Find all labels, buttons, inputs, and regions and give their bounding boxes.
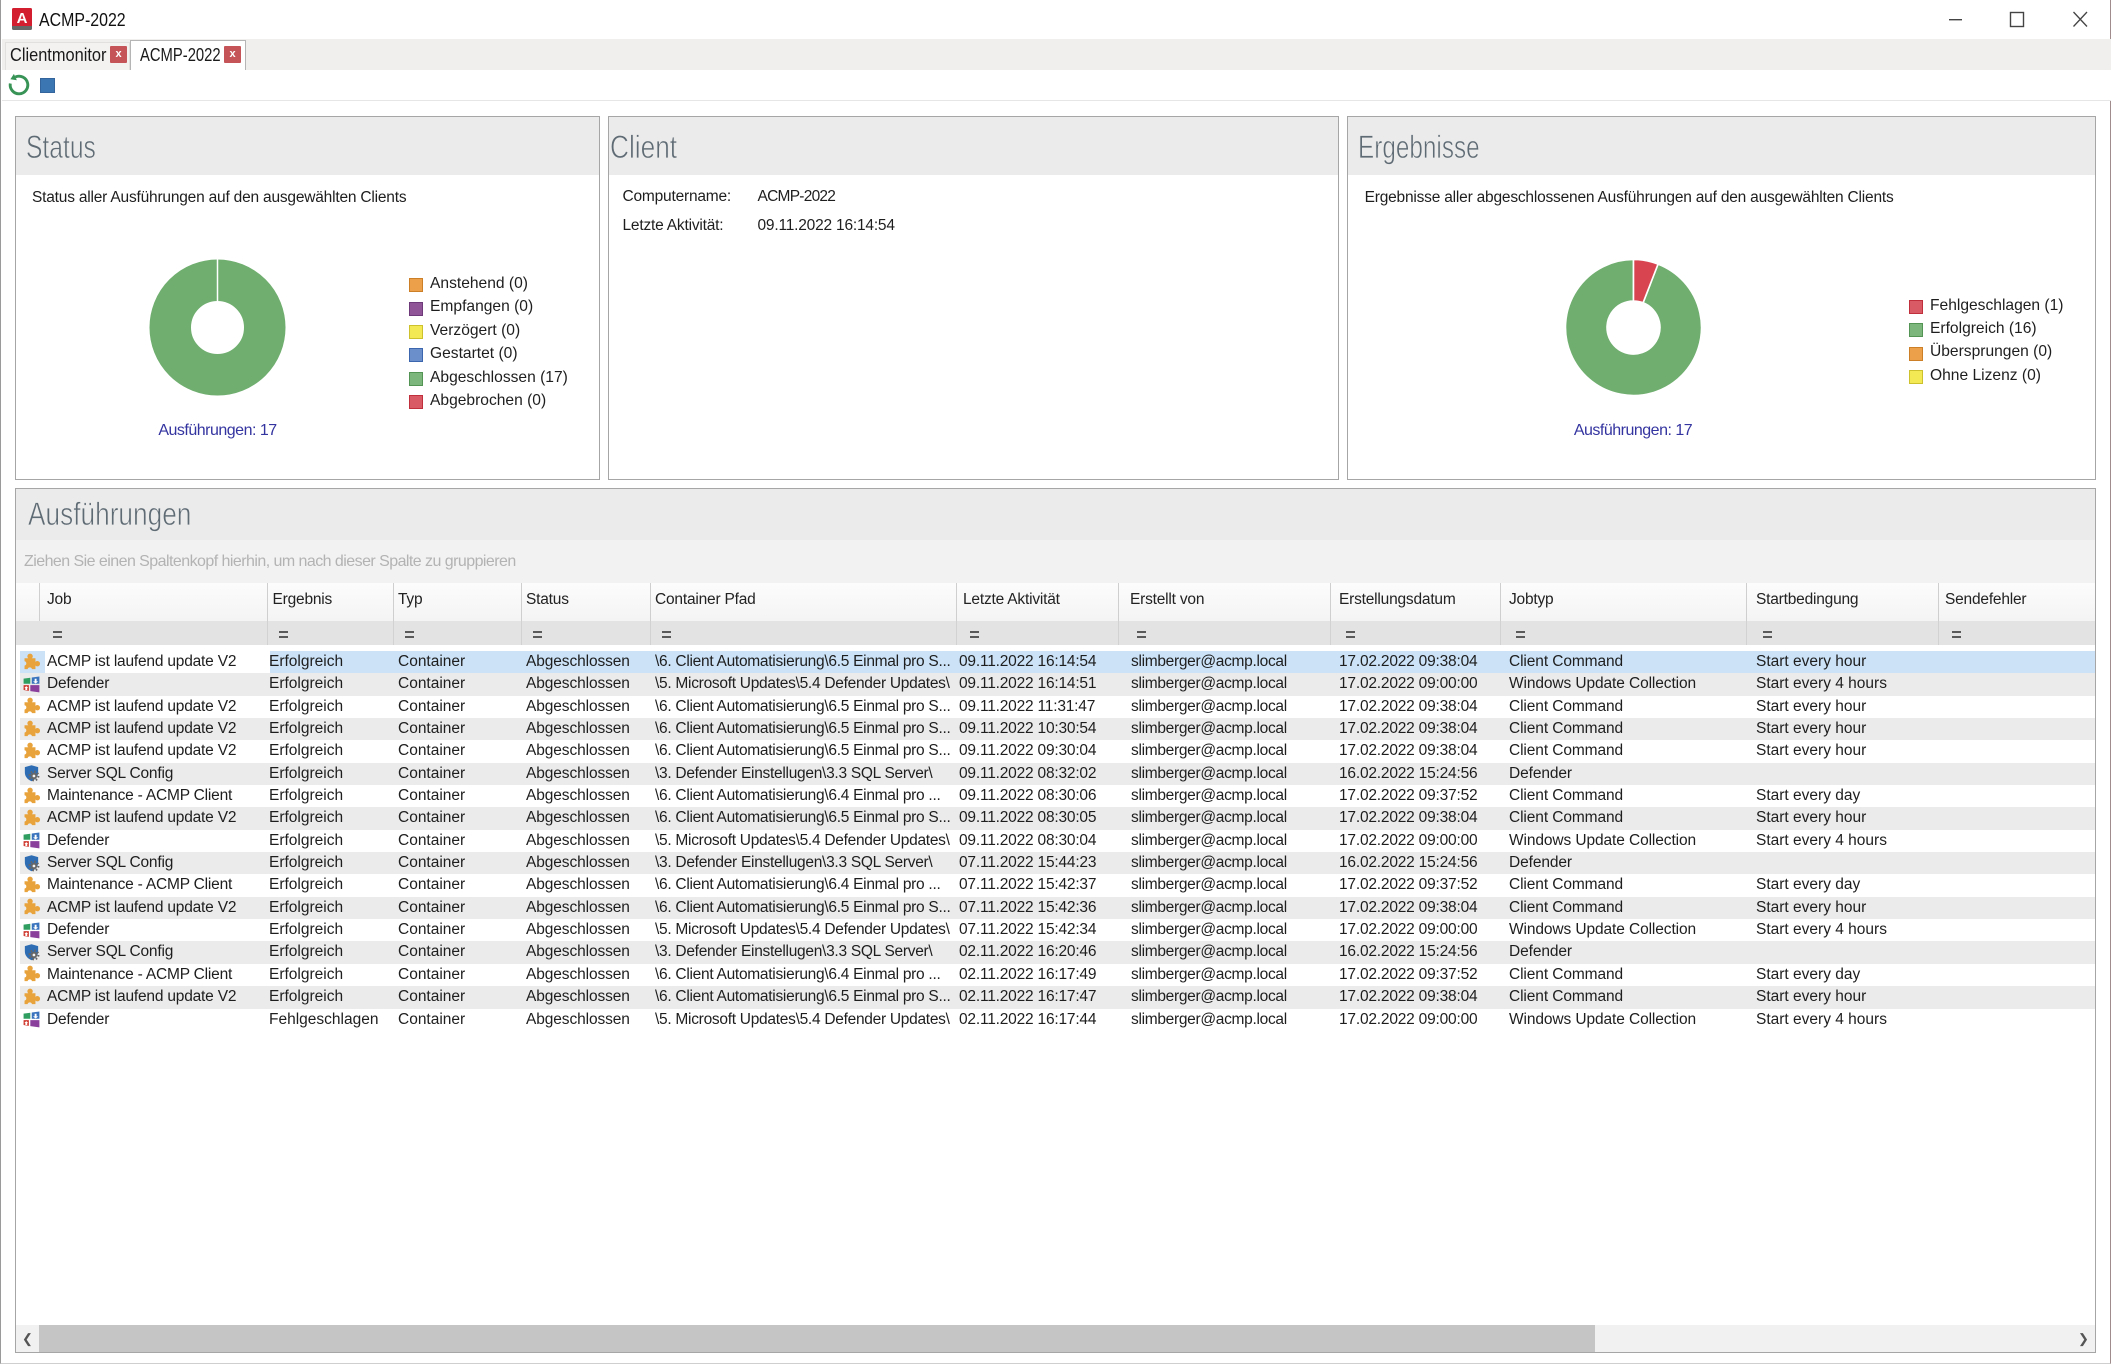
svg-text:A: A bbox=[17, 10, 28, 27]
